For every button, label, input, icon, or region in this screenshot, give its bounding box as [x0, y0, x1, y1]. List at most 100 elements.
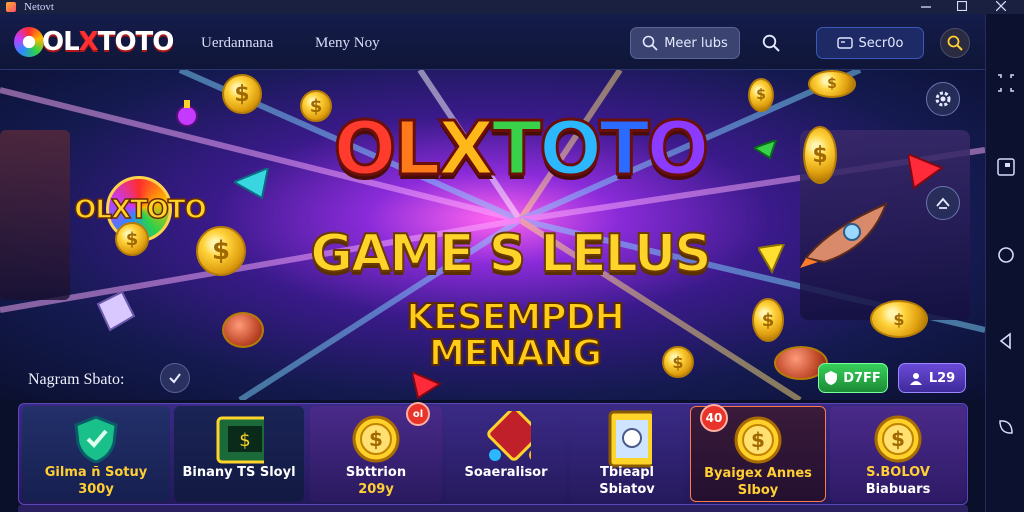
notification-badge: 40 [700, 404, 728, 432]
slot-machine-icon: $ [214, 414, 264, 464]
logo-text-suffix: TOTO [97, 27, 175, 57]
hero-title-letter: O [538, 106, 604, 192]
shield-icon [71, 414, 121, 464]
gem-icon [96, 290, 136, 332]
coin-icon: $ [873, 414, 923, 464]
coin-icon: $ [222, 74, 262, 114]
gem-icon [908, 154, 944, 190]
shield-icon [825, 371, 838, 385]
rail-share-button[interactable] [995, 72, 1017, 94]
bottom-scroll-bar[interactable] [18, 505, 968, 512]
game-card-title: Gilma ñ Sotuy [44, 465, 148, 480]
hero-badge-text: OLXTOTO [74, 194, 208, 226]
game-card-title: Sbttrion [345, 465, 407, 480]
game-card[interactable]: Gilma ñ Sotuy 300y [22, 406, 170, 502]
coin-icon: $ [733, 415, 783, 465]
gear-icon [935, 91, 951, 107]
minimize-icon [921, 6, 931, 8]
nav-link-1[interactable]: Uerdannana [201, 35, 273, 52]
app-icon [6, 2, 16, 12]
purple-chip-label: L29 [928, 370, 956, 386]
potion-icon [176, 100, 198, 127]
hero-title-letter: L [392, 106, 442, 192]
account-button-label: Secr0o [858, 35, 904, 51]
gold-search-button[interactable] [940, 28, 970, 58]
hero-banner: OLXTOTO OLXTOTO GAME S LELUS KESEMPDH ME… [0, 70, 985, 400]
window-title: Netovt [24, 1, 54, 13]
coin-icon: $ [752, 298, 784, 342]
green-chip-button[interactable]: D7FF [818, 363, 888, 393]
chevron-up-icon [936, 197, 950, 209]
site-logo[interactable]: OLXTOTO [14, 25, 175, 59]
game-card-subtitle: Biabuars [865, 482, 931, 497]
coin-icon: $ [870, 300, 928, 338]
close-button[interactable] [986, 0, 1016, 13]
coin-icon [222, 312, 264, 348]
search-icon [642, 35, 658, 51]
hero-title: OLXTOTO [300, 106, 740, 192]
rail-rotate-button[interactable] [995, 416, 1017, 438]
search-icon [947, 35, 963, 51]
rail-home-button[interactable] [995, 244, 1017, 266]
rail-pip-button[interactable] [995, 156, 1017, 178]
svg-text:$: $ [239, 430, 250, 451]
game-card-title: Byaigex Annes [704, 466, 812, 481]
hero-title-letter: T [490, 106, 544, 192]
gem-icon [754, 140, 778, 160]
picture-in-picture-icon [997, 158, 1015, 176]
rotate-icon [999, 420, 1013, 434]
logo-ring-icon [14, 27, 44, 57]
hero-title-letter: O [332, 106, 398, 192]
minimize-button[interactable] [911, 0, 941, 13]
close-icon [996, 1, 1006, 11]
hero-tagline: KESEMPDH MENANG [405, 297, 625, 374]
svg-text:$: $ [369, 427, 383, 451]
game-card-subtitle: 209y [358, 482, 394, 497]
nav-link-2[interactable]: Meny Noy [315, 35, 380, 52]
gem-icon [412, 372, 442, 400]
right-rail [985, 14, 1024, 512]
card-icon [602, 410, 652, 468]
svg-text:$: $ [751, 428, 765, 452]
game-card[interactable]: $ S.BOLOV Biabuars [830, 406, 966, 502]
game-card-subtitle: Slboy [737, 483, 779, 498]
search-icon [762, 34, 780, 52]
search-button-label: Meer lubs [664, 35, 728, 51]
logo-text-prefix: OL [42, 27, 80, 57]
coin-icon: $ [351, 414, 401, 464]
hero-title-letter: O [645, 106, 711, 192]
section-label: Nagram Sbato: [28, 371, 125, 388]
hero-title-letter: X [436, 106, 496, 192]
game-card[interactable]: Tbieapl Sbiatov [570, 406, 684, 502]
maximize-icon [957, 1, 967, 11]
game-card-title: Tbieapl [600, 465, 654, 480]
back-icon [999, 332, 1011, 350]
hero-up-button[interactable] [926, 186, 960, 220]
section-toggle-button[interactable] [160, 363, 190, 393]
notification-badge: ol [406, 402, 430, 426]
game-card-title: Soaeralisor [464, 465, 548, 480]
maximize-button[interactable] [947, 0, 977, 13]
coin-icon: $ [662, 346, 694, 378]
green-chip-label: D7FF [843, 370, 881, 386]
purple-chip-button[interactable]: L29 [898, 363, 966, 393]
search-button[interactable]: Meer lubs [630, 27, 740, 59]
quick-search-button[interactable] [757, 29, 785, 57]
user-icon [909, 373, 922, 385]
window-titlebar: Netovt [0, 0, 1024, 14]
game-card[interactable]: $ Binany TS Sloyl [174, 406, 304, 502]
hero-subtitle: GAME S LELUS [309, 224, 712, 284]
game-card-title: Binany TS Sloyl [182, 465, 296, 480]
user-icon [836, 37, 853, 49]
hero-settings-button[interactable] [926, 82, 960, 116]
rail-back-button[interactable] [995, 330, 1017, 352]
rocket-icon [800, 202, 888, 268]
account-button[interactable]: Secr0o [816, 27, 924, 59]
game-card[interactable]: Soaeralisor [446, 406, 566, 502]
app-window: Netovt OLXTOTO Uerdannana Meny Noy Meer … [0, 0, 1024, 512]
svg-text:$: $ [891, 427, 905, 451]
coin-icon: $ [115, 222, 149, 256]
coin-icon: $ [803, 126, 837, 184]
coin-icon: $ [748, 78, 774, 112]
game-card-title: S.BOLOV [866, 465, 930, 480]
